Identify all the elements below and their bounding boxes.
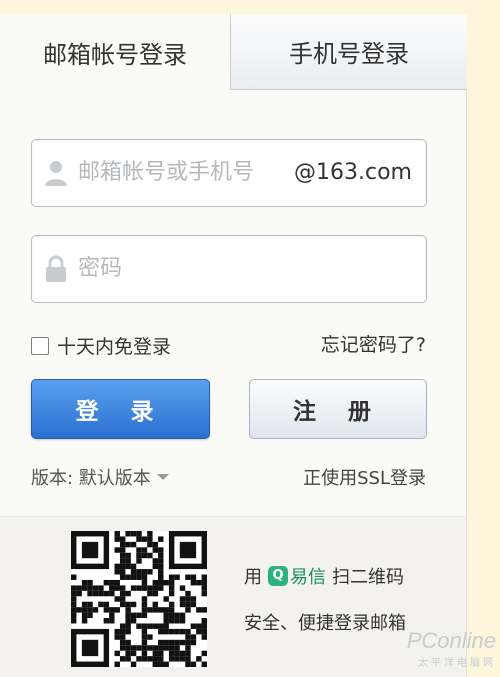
version-label: 版本: 默认版本: [31, 468, 151, 489]
username-input[interactable]: 邮箱帐号或手机号 @163.com: [31, 139, 427, 207]
qr-subtitle: 安全、便捷登录邮箱: [244, 613, 406, 634]
forgot-password-link[interactable]: 忘记密码了?: [321, 330, 426, 357]
login-button[interactable]: 登 录: [31, 379, 210, 439]
email-domain-suffix: @163.com: [294, 160, 412, 185]
watermark-sub: 太平洋电脑网: [418, 658, 496, 669]
register-button[interactable]: 注 册: [249, 379, 427, 439]
tab-email-login[interactable]: 邮箱帐号登录: [0, 14, 230, 90]
qr-section: 用 Q 易信 扫二维码 安全、便捷登录邮箱: [0, 517, 466, 677]
lock-icon: [46, 255, 66, 282]
login-panel: 邮箱帐号登录 手机号登录 邮箱帐号或手机号 @163.com 密码 十天内免登录…: [0, 14, 467, 677]
remember-me[interactable]: 十天内免登录: [31, 332, 171, 359]
version-select[interactable]: 版本: 默认版本: [31, 464, 169, 490]
pconline-watermark: PConline 太平洋电脑网: [407, 628, 496, 669]
yixin-app-name: 易信: [290, 567, 326, 588]
user-icon: [45, 161, 67, 186]
scan-instruction: 用 Q 易信 扫二维码: [244, 563, 404, 589]
qr-code: [71, 531, 207, 667]
password-input[interactable]: 密码: [31, 235, 427, 303]
watermark-main: PConline: [406, 628, 496, 653]
caret-down-icon: [156, 474, 169, 480]
scan-prefix: 用: [244, 567, 262, 588]
password-placeholder: 密码: [78, 256, 123, 281]
login-tabs: 邮箱帐号登录 手机号登录: [0, 14, 467, 90]
username-placeholder: 邮箱帐号或手机号: [78, 160, 255, 185]
ssl-login-link[interactable]: 正使用SSL登录: [303, 464, 426, 490]
tab-phone-login[interactable]: 手机号登录: [230, 14, 467, 90]
remember-label: 十天内免登录: [57, 336, 172, 358]
yixin-icon: Q: [268, 566, 288, 586]
remember-checkbox[interactable]: [31, 336, 49, 355]
scan-suffix: 扫二维码: [332, 567, 404, 588]
